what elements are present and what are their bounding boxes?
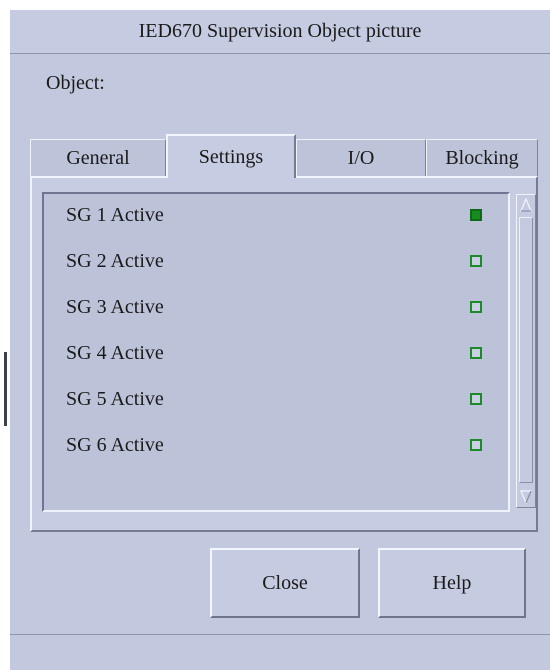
scroll-down-arrow-icon[interactable]	[519, 489, 533, 505]
window-title-bar: IED670 Supervision Object picture	[10, 10, 550, 54]
tab-settings-label: Settings	[198, 145, 264, 168]
tab-general[interactable]: General	[30, 139, 166, 176]
window-title: IED670 Supervision Object picture	[138, 20, 422, 42]
list-item-sg4[interactable]: SG 4 Active	[66, 338, 484, 368]
list-item-sg6[interactable]: SG 6 Active	[66, 430, 484, 460]
settings-tab-panel: SG 1 Active SG 2 Active SG 3 Active SG 4…	[30, 176, 538, 532]
status-bar	[10, 634, 550, 670]
list-item-sg1[interactable]: SG 1 Active	[66, 200, 484, 230]
tab-io[interactable]: I/O	[296, 139, 426, 176]
list-item-label: SG 4 Active	[66, 341, 164, 364]
supervision-window: IED670 Supervision Object picture Object…	[10, 10, 550, 670]
list-item-label: SG 5 Active	[66, 387, 164, 410]
close-button[interactable]: Close	[210, 548, 360, 618]
vertical-scrollbar[interactable]	[516, 194, 536, 508]
empty-square-indicator-icon	[470, 255, 482, 267]
list-item-sg2[interactable]: SG 2 Active	[66, 246, 484, 276]
tab-blocking[interactable]: Blocking	[426, 139, 538, 176]
list-item-sg3[interactable]: SG 3 Active	[66, 292, 484, 322]
empty-square-indicator-icon	[470, 301, 482, 313]
scroll-up-arrow-glyph	[520, 198, 532, 212]
tab-blocking-label: Blocking	[445, 146, 519, 169]
list-item-label: SG 1 Active	[66, 203, 164, 226]
left-edge-strip	[0, 0, 10, 670]
object-label: Object:	[46, 72, 105, 94]
tab-settings[interactable]: Settings	[166, 134, 296, 178]
scroll-down-arrow-glyph	[520, 490, 532, 504]
close-button-label: Close	[262, 571, 308, 594]
tab-general-label: General	[66, 146, 130, 169]
help-button[interactable]: Help	[378, 548, 526, 618]
tab-bar: General Settings I/O Blocking	[30, 134, 538, 178]
empty-square-indicator-icon	[470, 347, 482, 359]
help-button-label: Help	[432, 571, 472, 594]
empty-square-indicator-icon	[470, 393, 482, 405]
left-edge-marker	[4, 352, 7, 426]
list-item-label: SG 3 Active	[66, 295, 164, 318]
empty-square-indicator-icon	[470, 439, 482, 451]
tab-io-label: I/O	[347, 146, 375, 169]
filled-square-indicator-icon	[470, 209, 482, 221]
list-item-label: SG 2 Active	[66, 249, 164, 272]
scroll-track[interactable]	[519, 217, 533, 483]
scroll-up-arrow-icon[interactable]	[519, 197, 533, 213]
object-row: Object:	[46, 72, 105, 95]
list-item-sg5[interactable]: SG 5 Active	[66, 384, 484, 414]
settings-list: SG 1 Active SG 2 Active SG 3 Active SG 4…	[42, 192, 510, 512]
settings-list-content: SG 1 Active SG 2 Active SG 3 Active SG 4…	[44, 194, 484, 510]
list-item-label: SG 6 Active	[66, 433, 164, 456]
